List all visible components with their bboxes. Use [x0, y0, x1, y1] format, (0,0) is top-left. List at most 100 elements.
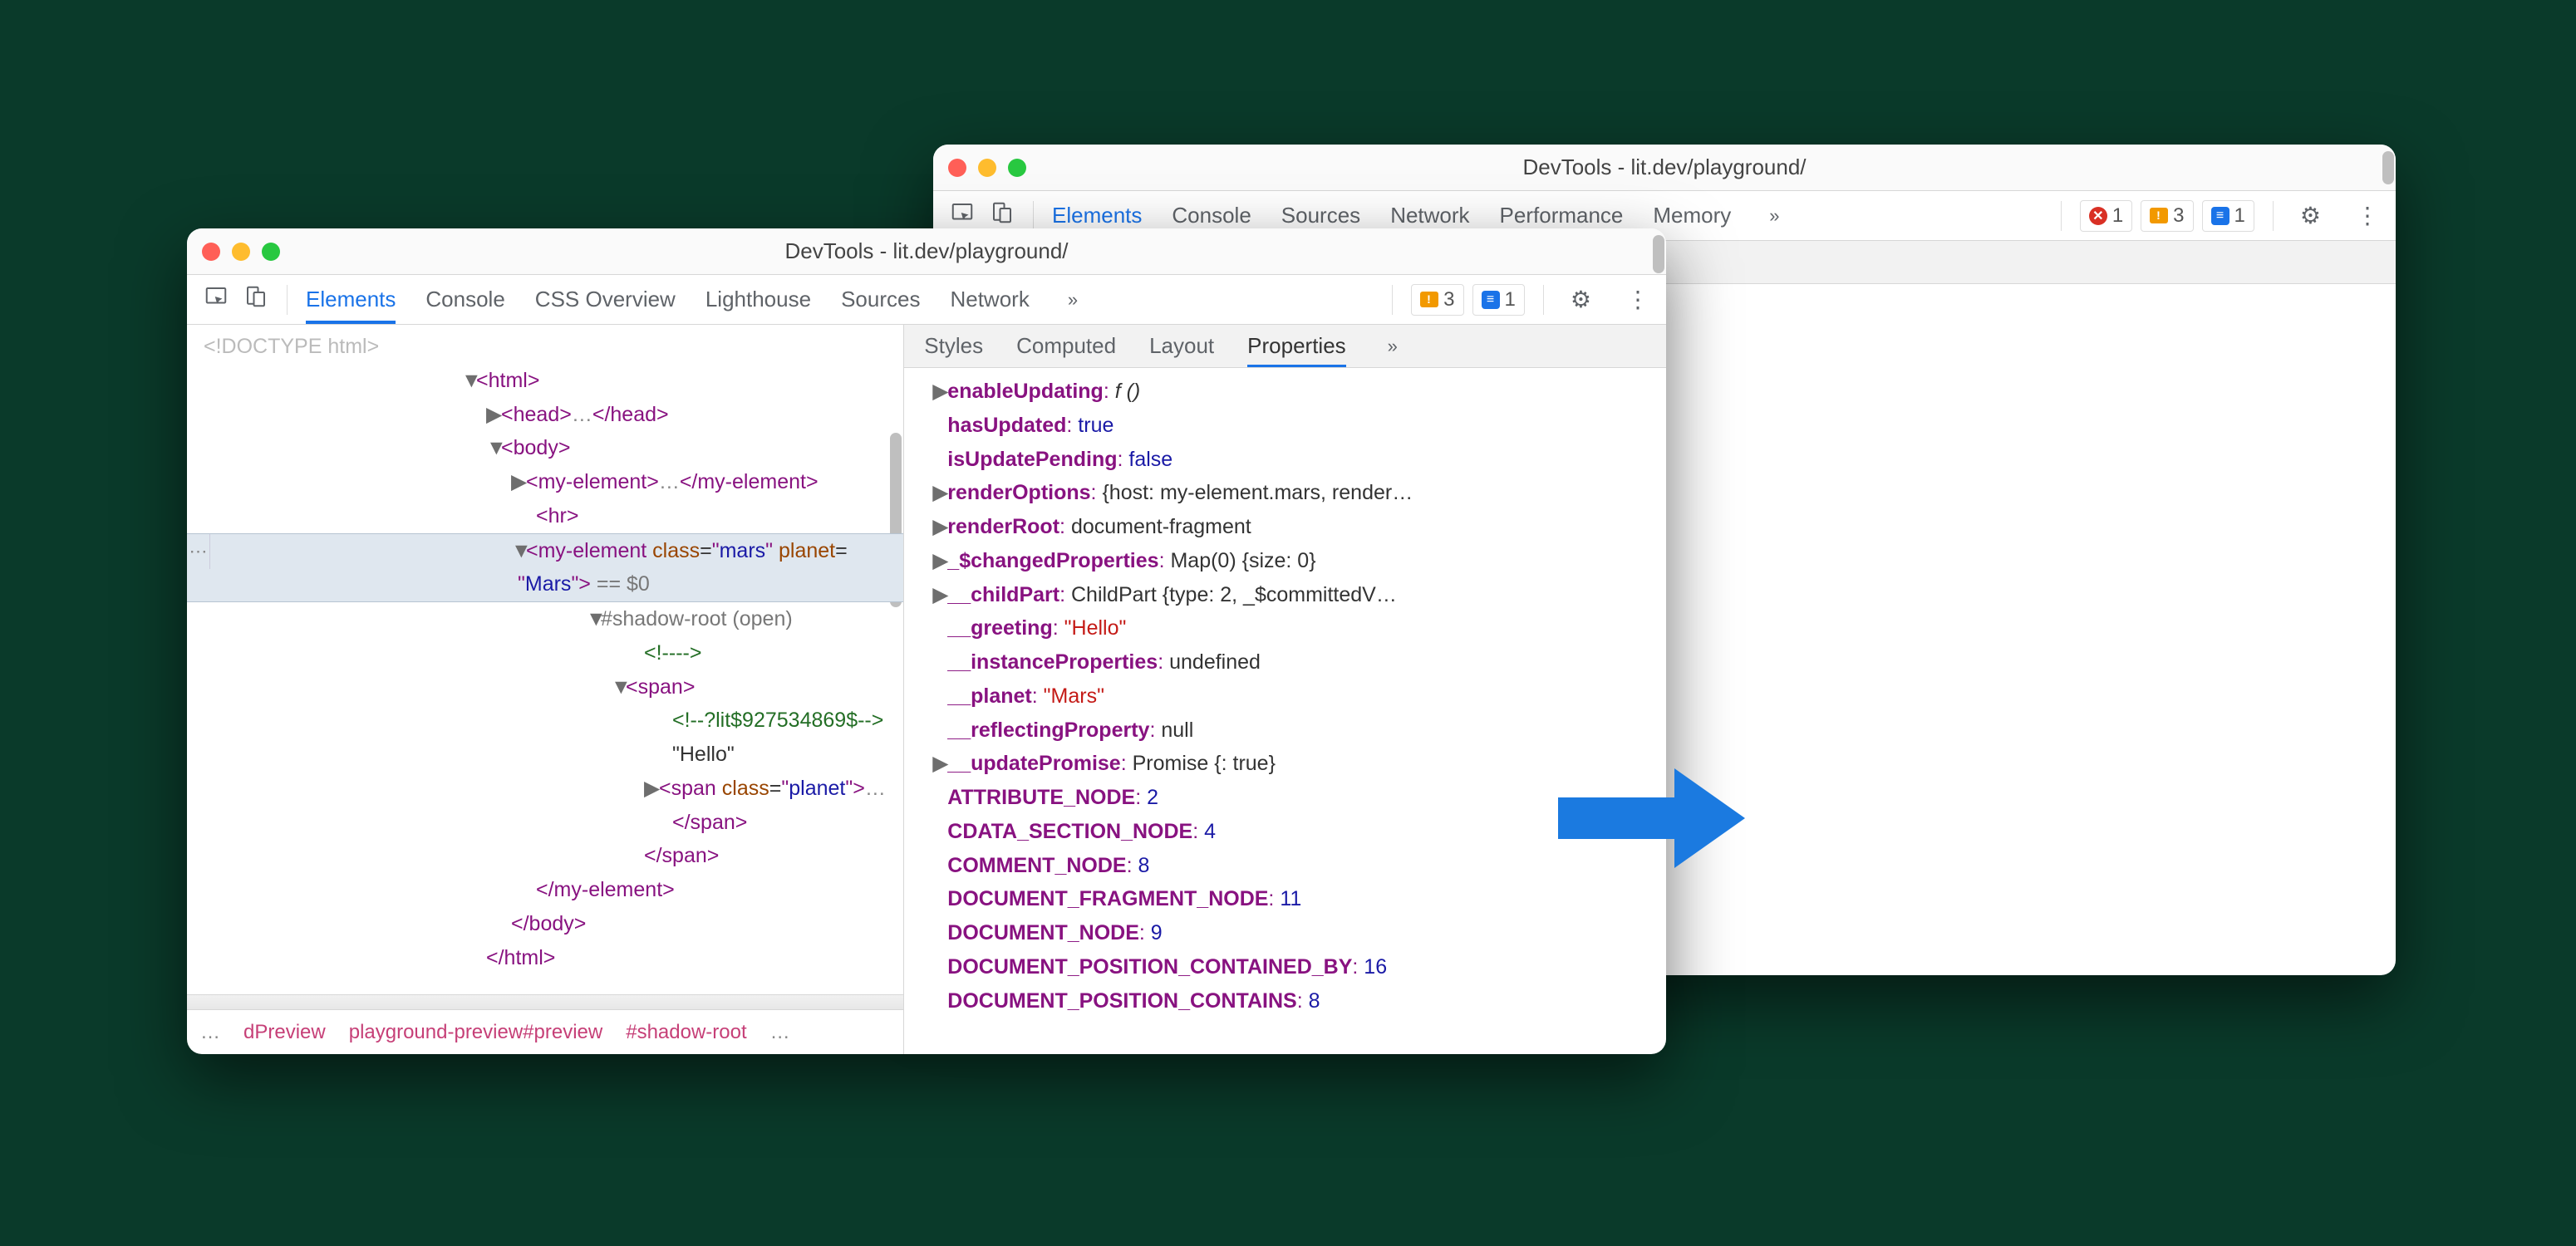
dom-head[interactable]: ▶<head>…</head> — [187, 398, 903, 432]
dom-shadow-root[interactable]: ▼#shadow-root (open) — [187, 602, 903, 636]
more-tabs-icon[interactable]: » — [1059, 289, 1086, 311]
dom-span-open[interactable]: ▼<span> — [187, 670, 903, 704]
property-row[interactable]: ▶_$changedProperties: Map(0) {size: 0} — [912, 544, 1666, 578]
subtab-properties[interactable]: Properties — [1247, 325, 1346, 367]
property-row[interactable]: ▶renderOptions: {host: my-element.mars, … — [912, 476, 1666, 510]
dom-selected-row[interactable]: ⋯ ▼<my-element class="mars" planet= "Mar… — [187, 533, 903, 603]
msg-count: 1 — [1505, 288, 1516, 312]
subtab-computed[interactable]: Computed — [1016, 325, 1116, 367]
breadcrumb-item[interactable]: dPreview — [243, 1017, 326, 1047]
dom-span-planet[interactable]: ▶<span class="planet">… — [187, 772, 903, 806]
zoom-icon[interactable] — [262, 243, 280, 261]
dom-tree[interactable]: <!DOCTYPE html> ▼<html> ▶<head>…</head> … — [187, 325, 903, 994]
subtab-layout[interactable]: Layout — [1149, 325, 1214, 367]
tab-sources[interactable]: Sources — [841, 275, 920, 324]
property-row[interactable]: CDATA_SECTION_NODE: 4 — [912, 815, 1666, 849]
more-subtabs-icon[interactable]: » — [1379, 336, 1406, 357]
dom-body-close[interactable]: </body> — [187, 907, 903, 941]
property-row[interactable]: ▶__updatePromise: Promise {: true} — [912, 747, 1666, 781]
property-row[interactable]: ATTRIBUTE_NODE: 2 — [912, 781, 1666, 815]
dom-span-close[interactable]: </span> — [187, 839, 903, 873]
breadcrumb-more-left[interactable]: … — [200, 1017, 220, 1047]
close-icon[interactable] — [948, 159, 966, 177]
dom-html-open[interactable]: ▼<html> — [187, 364, 903, 398]
warning-badge[interactable]: 3 — [2141, 200, 2193, 232]
dom-textnode-hello[interactable]: "Hello" — [187, 738, 903, 772]
separator — [1033, 201, 1034, 231]
toolbar: Elements Console CSS Overview Lighthouse… — [187, 275, 1666, 325]
subtab-styles[interactable]: Styles — [924, 325, 983, 367]
property-row[interactable]: ▶renderRoot: document-fragment — [912, 510, 1666, 544]
dom-comment1[interactable]: <!----> — [187, 636, 903, 670]
row-marker-icon[interactable]: ⋯ — [187, 534, 210, 569]
arrow-annotation-icon — [1558, 764, 1749, 872]
zoom-icon[interactable] — [1008, 159, 1026, 177]
warning-badge[interactable]: 3 — [1411, 284, 1463, 316]
dom-span-close-inner[interactable]: </span> — [187, 806, 903, 840]
breadcrumb-item[interactable]: playground-preview#preview — [349, 1017, 603, 1047]
property-row[interactable]: ▶enableUpdating: f () — [912, 375, 1666, 409]
minimize-icon[interactable] — [978, 159, 996, 177]
property-row[interactable]: __reflectingProperty: null — [912, 714, 1666, 748]
breadcrumb-item[interactable]: #shadow-root — [626, 1017, 746, 1047]
property-row[interactable]: __planet: "Mars" — [912, 679, 1666, 714]
property-row[interactable]: ▶__childPart: ChildPart {type: 2, _$comm… — [912, 578, 1666, 612]
message-badge[interactable]: ≡1 — [2202, 200, 2254, 232]
dom-myelement-close[interactable]: </my-element> — [187, 873, 903, 907]
tab-console[interactable]: Console — [425, 275, 504, 324]
message-badge[interactable]: ≡1 — [1472, 284, 1525, 316]
property-row[interactable]: COMMENT_NODE: 8 — [912, 849, 1666, 883]
separator — [1392, 285, 1393, 315]
inspect-icon[interactable] — [204, 284, 229, 315]
devtools-window-front: DevTools - lit.dev/playground/ Elements … — [187, 228, 1666, 1054]
device-icon[interactable] — [990, 200, 1015, 231]
elements-pane[interactable]: <!DOCTYPE html> ▼<html> ▶<head>…</head> … — [187, 325, 904, 1054]
tab-network[interactable]: Network — [950, 275, 1029, 324]
titlebar: DevTools - lit.dev/playground/ — [187, 228, 1666, 275]
property-row[interactable]: DOCUMENT_NODE: 9 — [912, 916, 1666, 950]
titlebar: DevTools - lit.dev/playground/ — [933, 145, 2396, 191]
property-row[interactable]: __greeting: "Hello" — [912, 611, 1666, 645]
inspect-icon[interactable] — [950, 200, 975, 231]
property-row[interactable]: isUpdatePending: false — [912, 443, 1666, 477]
error-badge[interactable]: ✕1 — [2080, 200, 2132, 232]
settings-icon[interactable]: ⚙ — [1562, 286, 1600, 313]
error-count: 1 — [2112, 204, 2123, 228]
property-row[interactable]: DOCUMENT_FRAGMENT_NODE: 11 — [912, 882, 1666, 916]
dom-html-close[interactable]: </html> — [187, 941, 903, 975]
tab-lighthouse[interactable]: Lighthouse — [705, 275, 811, 324]
property-row[interactable]: hasUpdated: true — [912, 409, 1666, 443]
close-icon[interactable] — [202, 243, 220, 261]
more-tabs-icon[interactable]: » — [1761, 205, 1787, 227]
tab-elements[interactable]: Elements — [306, 275, 396, 324]
subtabs: Styles Computed Layout Properties » — [904, 325, 1666, 368]
traffic-lights — [202, 243, 280, 261]
device-icon[interactable] — [243, 284, 268, 315]
properties-pane: Styles Computed Layout Properties » ▶ena… — [904, 325, 1666, 1054]
minimize-icon[interactable] — [232, 243, 250, 261]
warn-count: 3 — [1443, 288, 1454, 312]
dom-hr[interactable]: <hr> — [187, 499, 903, 533]
breadcrumb[interactable]: … dPreview playground-preview#preview #s… — [187, 1009, 903, 1054]
property-row[interactable]: DOCUMENT_POSITION_CONTAINED_BY: 16 — [912, 950, 1666, 984]
settings-icon[interactable]: ⚙ — [2292, 202, 2329, 229]
traffic-lights — [948, 159, 1026, 177]
window-title: DevTools - lit.dev/playground/ — [933, 155, 2396, 180]
tab-cssoverview[interactable]: CSS Overview — [535, 275, 676, 324]
dom-myelement1[interactable]: ▶<my-element>…</my-element> — [187, 465, 903, 499]
main-tabs: Elements Console CSS Overview Lighthouse… — [306, 275, 1374, 324]
kebab-icon[interactable]: ⋮ — [2347, 202, 2387, 229]
kebab-icon[interactable]: ⋮ — [1618, 286, 1658, 313]
horizontal-scrollbar[interactable] — [187, 994, 903, 1009]
property-row[interactable]: __instanceProperties: undefined — [912, 645, 1666, 679]
separator — [1543, 285, 1544, 315]
properties-list[interactable]: ▶enableUpdating: f ()hasUpdated: trueisU… — [904, 368, 1666, 1054]
breadcrumb-more-right[interactable]: … — [770, 1017, 790, 1047]
separator — [2273, 201, 2274, 231]
dom-comment2[interactable]: <!--?lit$927534869$--> — [187, 704, 903, 738]
dom-doctype[interactable]: <!DOCTYPE html> — [187, 330, 903, 364]
warn-count: 3 — [2173, 204, 2184, 228]
dom-body-open[interactable]: ▼<body> — [187, 431, 903, 465]
separator — [287, 285, 288, 315]
property-row[interactable]: DOCUMENT_POSITION_CONTAINS: 8 — [912, 984, 1666, 1018]
